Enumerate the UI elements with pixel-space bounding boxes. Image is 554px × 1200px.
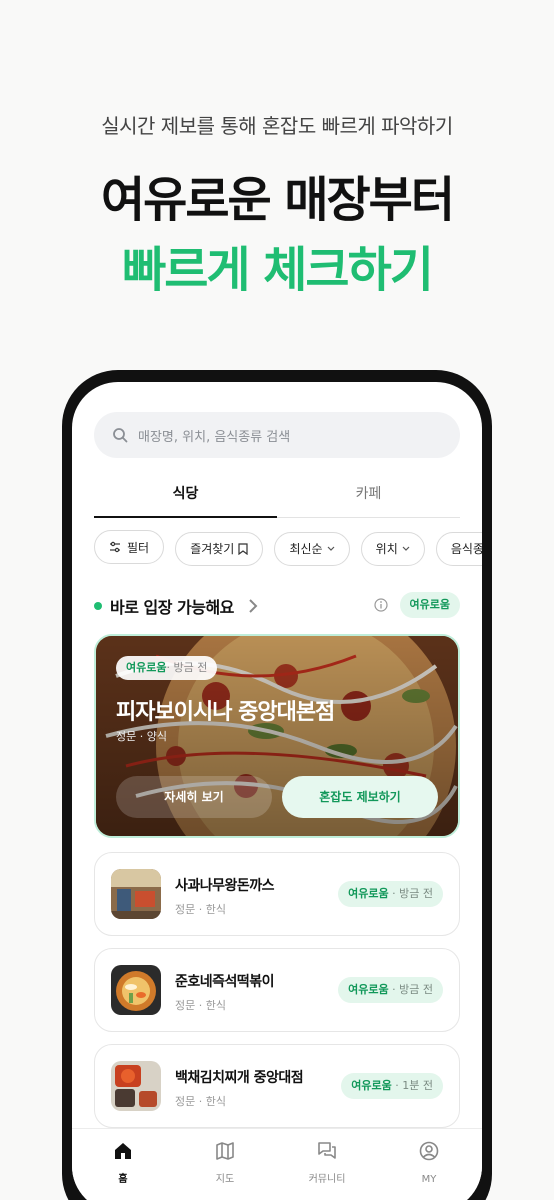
bookmark-icon xyxy=(238,542,248,555)
nav-my[interactable]: MY xyxy=(378,1141,480,1186)
store-thumbnail xyxy=(111,965,161,1015)
featured-store-name: 피자보이시나 중앙대본점 xyxy=(116,700,335,725)
promo-headline-2: 빠르게 체크하기 xyxy=(122,242,434,298)
featured-status-badge: 여유로움· 방금 전 xyxy=(116,656,218,680)
store-name: 백채김치찌개 중앙대점 xyxy=(175,1070,304,1086)
search-bar[interactable]: 매장명, 위치, 음식종류 검색 xyxy=(94,412,460,458)
filter-chips: 필터 즐겨찾기 최신순 위치 음식종류 xyxy=(94,530,482,566)
available-section-header: 바로 입장 가능해요 여유로움 xyxy=(94,592,460,620)
view-details-button[interactable]: 자세히 보기 xyxy=(116,776,272,818)
food-type-chip[interactable]: 음식종류 xyxy=(435,531,482,566)
status-filter-pill[interactable]: 여유로움 xyxy=(399,592,460,618)
bottom-navigation: 홈 지도 커뮤니티 MY xyxy=(72,1128,482,1200)
nav-label: MY xyxy=(421,1174,437,1185)
nav-map[interactable]: 지도 xyxy=(174,1141,276,1186)
store-status-badge: 여유로움 · 1분 전 xyxy=(341,1073,443,1099)
map-icon xyxy=(216,1142,234,1160)
nav-community[interactable]: 커뮤니티 xyxy=(276,1141,378,1186)
store-thumbnail xyxy=(111,869,161,919)
promo-subtitle: 실시간 제보를 통해 혼잡도 빠르게 파악하기 xyxy=(101,114,453,138)
store-updated-time: · 1분 전 xyxy=(391,1079,433,1092)
chevron-down-icon xyxy=(402,546,410,551)
store-name: 사과나무왕돈까스 xyxy=(175,878,275,894)
tab-cafe[interactable]: 카페 xyxy=(277,482,460,518)
category-tabs: 식당 카페 xyxy=(94,482,460,518)
status-dot xyxy=(94,602,102,610)
search-icon xyxy=(113,428,128,443)
store-status: 여유로움 xyxy=(351,1079,392,1092)
store-updated-time: · 방금 전 xyxy=(388,887,433,900)
store-status: 여유로움 xyxy=(348,983,389,996)
food-type-chip-label: 음식종류 xyxy=(450,542,482,556)
filter-chip-label: 필터 xyxy=(127,540,150,555)
featured-time: · 방금 전 xyxy=(166,661,208,674)
nav-home[interactable]: 홈 xyxy=(72,1141,174,1186)
promo-headline-1: 여유로운 매장부터 xyxy=(101,172,455,228)
community-icon xyxy=(318,1142,336,1159)
store-card[interactable]: 사과나무왕돈까스 정문 · 한식 여유로움 · 방금 전 xyxy=(94,852,460,936)
featured-status: 여유로움 xyxy=(126,661,167,674)
sort-chip[interactable]: 최신순 xyxy=(274,531,350,566)
store-thumbnail xyxy=(111,1061,161,1111)
featured-store-card[interactable]: 여유로움· 방금 전 피자보이시나 중앙대본점 정문 · 양식 자세히 보기 혼… xyxy=(94,634,460,838)
nav-label: 커뮤니티 xyxy=(308,1174,346,1185)
chevron-right-icon[interactable] xyxy=(246,594,260,618)
location-chip[interactable]: 위치 xyxy=(360,531,425,566)
store-status-badge: 여유로움 · 방금 전 xyxy=(338,977,443,1003)
featured-store-category: 정문 · 양식 xyxy=(116,730,167,743)
filter-chip[interactable]: 필터 xyxy=(94,530,165,564)
store-status: 여유로움 xyxy=(348,887,389,900)
sliders-icon xyxy=(110,541,120,553)
store-name: 준호네즉석떡볶이 xyxy=(175,974,275,990)
store-card[interactable]: 백채김치찌개 중앙대점 정문 · 한식 여유로움 · 1분 전 xyxy=(94,1044,460,1128)
report-crowd-button[interactable]: 혼잡도 제보하기 xyxy=(282,776,438,818)
store-category: 정문 · 한식 xyxy=(175,999,226,1012)
section-title[interactable]: 바로 입장 가능해요 xyxy=(110,594,234,618)
store-updated-time: · 방금 전 xyxy=(388,983,433,996)
nav-label: 지도 xyxy=(215,1174,235,1185)
info-icon[interactable] xyxy=(374,598,388,612)
nav-label: 홈 xyxy=(118,1174,128,1185)
favorites-chip-label: 즐겨찾기 xyxy=(190,542,235,556)
store-category: 정문 · 한식 xyxy=(175,903,226,916)
home-icon xyxy=(115,1143,131,1159)
location-chip-label: 위치 xyxy=(375,542,398,556)
search-placeholder: 매장명, 위치, 음식종류 검색 xyxy=(138,429,291,445)
profile-icon xyxy=(419,1141,439,1161)
app-screen: 매장명, 위치, 음식종류 검색 식당 카페 필터 즐겨찾기 최신순 위치 음식… xyxy=(72,382,482,1200)
store-card[interactable]: 준호네즉석떡볶이 정문 · 한식 여유로움 · 방금 전 xyxy=(94,948,460,1032)
tab-restaurant[interactable]: 식당 xyxy=(94,482,277,518)
sort-chip-label: 최신순 xyxy=(289,542,323,556)
store-status-badge: 여유로움 · 방금 전 xyxy=(338,881,443,907)
favorites-chip[interactable]: 즐겨찾기 xyxy=(175,531,264,566)
store-category: 정문 · 한식 xyxy=(175,1095,226,1108)
chevron-down-icon xyxy=(327,546,335,551)
